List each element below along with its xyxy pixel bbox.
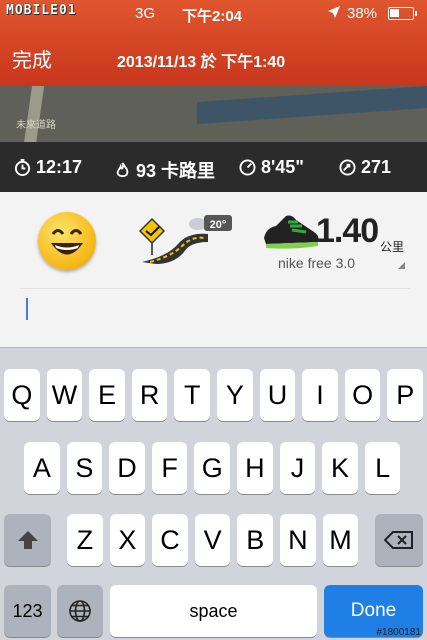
map-water <box>197 86 427 125</box>
shoe-icon[interactable] <box>262 208 320 250</box>
status-time: 下午2:04 <box>182 8 243 25</box>
smiley-happy-icon[interactable] <box>38 212 96 270</box>
stats-bar: 12:17 93 卡路里 8'45" 271 <box>0 142 427 192</box>
key-k[interactable]: K <box>322 442 358 494</box>
calories-value: 93 卡路里 <box>136 161 216 181</box>
key-j[interactable]: J <box>279 442 316 494</box>
distance-unit: 公里 <box>380 240 405 254</box>
stat-duration: 12:17 <box>14 157 82 178</box>
key-p[interactable]: P <box>387 369 424 421</box>
key-i[interactable]: I <box>302 369 338 421</box>
key-l[interactable]: L <box>364 442 401 494</box>
key-f[interactable]: F <box>151 442 188 494</box>
route-map[interactable]: 未來道路 <box>0 86 427 142</box>
key-g[interactable]: G <box>194 442 231 494</box>
done-button[interactable]: 完成 <box>12 44 52 73</box>
key-o[interactable]: O <box>344 369 381 421</box>
watermark-id: #1800181 <box>376 627 422 638</box>
terrain-weather-icon[interactable]: 20° <box>138 214 234 264</box>
duration-value: 12:17 <box>36 157 83 177</box>
key-s[interactable]: S <box>66 442 103 494</box>
key-q[interactable]: Q <box>4 369 40 421</box>
shoe-dropdown-caret-icon[interactable] <box>398 262 405 269</box>
run-summary: 20° 1.40 公里 nike free 3.0 <box>0 192 427 347</box>
key-r[interactable]: R <box>131 369 168 421</box>
key-d[interactable]: D <box>109 442 145 494</box>
divider <box>20 288 410 289</box>
pace-value: 8'45" <box>261 157 304 177</box>
delete-backspace-icon <box>384 531 413 549</box>
fuel-icon <box>339 159 356 176</box>
keyboard: 123 space Done #1800181 QWERTYUIOPASDFGH… <box>0 347 427 640</box>
key-z[interactable]: Z <box>67 514 103 566</box>
map-label: 未來道路 <box>16 120 56 131</box>
page-title: 2013/11/13 於 下午1:40 <box>117 54 286 71</box>
brand-watermark: MOBILE01 <box>6 3 77 18</box>
shift-arrow-icon <box>17 531 38 549</box>
status-bar: MOBILE01 3G 下午2:04 38% <box>0 0 427 28</box>
location-arrow-icon <box>327 5 341 23</box>
key-y[interactable]: Y <box>217 369 253 421</box>
stat-pace: 8'45" <box>239 157 304 178</box>
key-n[interactable]: N <box>280 514 316 566</box>
key-v[interactable]: V <box>194 514 231 566</box>
key-e[interactable]: E <box>89 369 125 421</box>
key-u[interactable]: U <box>259 369 296 421</box>
key-x[interactable]: X <box>109 514 146 566</box>
key-h[interactable]: H <box>237 442 273 494</box>
fuel-value: 271 <box>361 157 392 177</box>
stopwatch-icon <box>14 159 31 176</box>
stat-fuel: 271 <box>339 157 391 178</box>
numbers-key[interactable]: 123 <box>4 585 51 637</box>
globe-key[interactable] <box>57 585 103 637</box>
speedometer-icon <box>239 159 256 176</box>
notes-text-cursor[interactable] <box>26 298 28 320</box>
distance-value: 1.40 <box>316 212 379 250</box>
key-t[interactable]: T <box>174 369 211 421</box>
battery-percent: 38% <box>347 5 378 22</box>
carrier-label: 3G <box>135 5 156 22</box>
shift-key[interactable] <box>4 514 51 566</box>
key-b[interactable]: B <box>237 514 274 566</box>
globe-icon <box>69 600 91 622</box>
shoe-name[interactable]: nike free 3.0 <box>278 255 355 271</box>
key-a[interactable]: A <box>24 442 60 494</box>
flame-icon <box>116 161 129 177</box>
temperature-label: 20° <box>210 219 227 231</box>
map-road <box>23 86 45 142</box>
stat-calories: 93 卡路里 <box>114 157 215 183</box>
backspace-key[interactable] <box>375 514 423 566</box>
battery-icon <box>388 7 417 20</box>
header: MOBILE01 3G 下午2:04 38% 完成 2013/11/13 於 下… <box>0 0 427 86</box>
key-w[interactable]: W <box>46 369 83 421</box>
key-m[interactable]: M <box>322 514 359 566</box>
space-key[interactable]: space <box>110 585 317 637</box>
key-c[interactable]: C <box>152 514 188 566</box>
